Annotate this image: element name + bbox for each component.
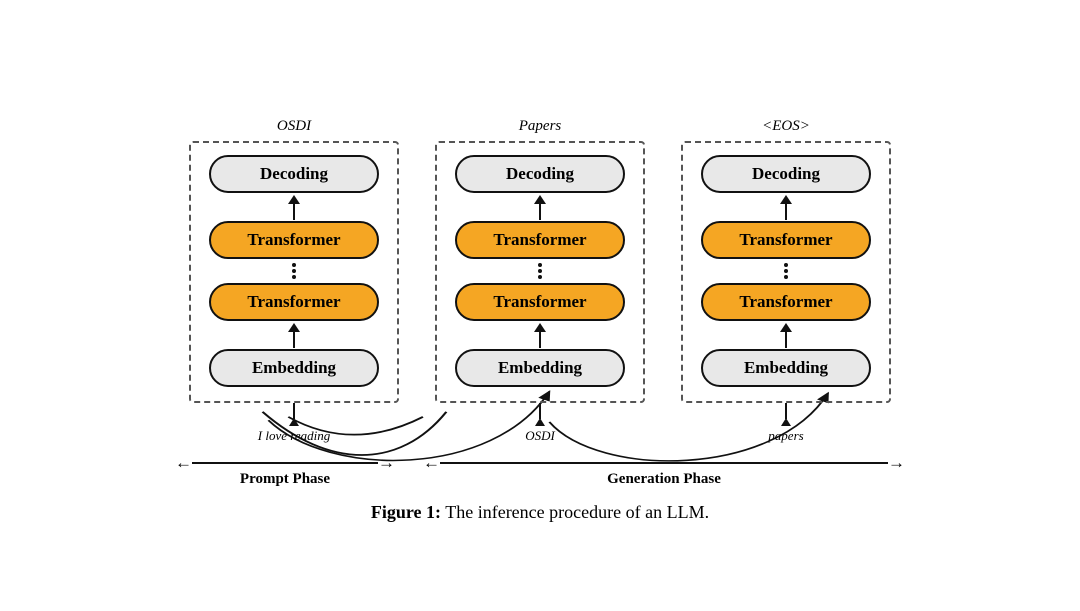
dot-icon bbox=[538, 275, 542, 279]
diagram1-label-top: OSDI bbox=[277, 118, 311, 135]
dot-icon bbox=[784, 269, 788, 273]
input-arrow-line bbox=[785, 403, 787, 419]
diagram3: <EOS> Decoding Transformer Transformer bbox=[681, 118, 891, 444]
diagram2-transformer1-node: Transformer bbox=[455, 283, 625, 321]
dot-icon bbox=[292, 263, 296, 267]
generation-line bbox=[440, 462, 888, 464]
arrow-line bbox=[785, 204, 787, 220]
diagram2-dots bbox=[538, 259, 542, 283]
diagram2-label-top: Papers bbox=[519, 118, 562, 135]
prompt-line bbox=[192, 462, 378, 464]
diagram1-arrow1 bbox=[288, 193, 300, 221]
arrow-line bbox=[539, 332, 541, 348]
diagram3-arrow1 bbox=[780, 193, 792, 221]
arrowhead-icon bbox=[288, 323, 300, 332]
diagram1-decoding-node: Decoding bbox=[209, 155, 379, 193]
diagram1-box: Decoding Transformer Transformer Embeddi… bbox=[189, 141, 399, 403]
prompt-arrow-right-icon: → bbox=[378, 454, 395, 471]
input-arrowhead-icon bbox=[289, 418, 299, 426]
prompt-bracket: ← → bbox=[175, 454, 395, 471]
generation-arrow-right-icon: → bbox=[888, 454, 905, 471]
diagram2: Papers Decoding Transformer Transformer bbox=[435, 118, 645, 444]
diagram3-label-top: <EOS> bbox=[762, 118, 810, 135]
caption-bold: Figure 1: bbox=[371, 502, 441, 522]
figure-container: OSDI Decoding Transformer Transformer bbox=[60, 88, 1020, 523]
diagram2-arrow1 bbox=[534, 193, 546, 221]
arrow-line bbox=[293, 204, 295, 220]
arrowhead-icon bbox=[780, 195, 792, 204]
input-arrow-line bbox=[293, 403, 295, 419]
input-arrowhead-icon bbox=[781, 418, 791, 426]
diagram1-input-label: I love reading bbox=[258, 428, 330, 444]
arrow-line bbox=[785, 332, 787, 348]
generation-arrow-left-icon: ← bbox=[423, 454, 440, 471]
caption-text: The inference procedure of an LLM. bbox=[441, 502, 709, 522]
dot-icon bbox=[538, 269, 542, 273]
dot-icon bbox=[292, 269, 296, 273]
input-arrowhead-icon bbox=[535, 418, 545, 426]
diagram3-embedding-node: Embedding bbox=[701, 349, 871, 387]
generation-phase-label: Generation Phase bbox=[607, 471, 721, 488]
dot-icon bbox=[784, 263, 788, 267]
diagram3-arrow2 bbox=[780, 321, 792, 349]
arrow-line bbox=[293, 332, 295, 348]
input-arrow-line bbox=[539, 403, 541, 419]
prompt-phase-section: ← → Prompt Phase bbox=[175, 454, 395, 488]
diagram3-dots bbox=[784, 259, 788, 283]
prompt-arrow-left-icon: ← bbox=[175, 454, 192, 471]
diagram2-input-label: OSDI bbox=[525, 428, 555, 444]
dot-icon bbox=[292, 275, 296, 279]
figure-caption: Figure 1: The inference procedure of an … bbox=[371, 502, 709, 523]
diagram3-decoding-node: Decoding bbox=[701, 155, 871, 193]
diagram1: OSDI Decoding Transformer Transformer bbox=[189, 118, 399, 444]
diagram1-arrow2 bbox=[288, 321, 300, 349]
diagram3-transformer1-node: Transformer bbox=[701, 283, 871, 321]
diagram1-transformer1-node: Transformer bbox=[209, 283, 379, 321]
diagram3-input-label: papers bbox=[768, 428, 803, 444]
arrowhead-icon bbox=[288, 195, 300, 204]
diagram2-decoding-node: Decoding bbox=[455, 155, 625, 193]
diagram3-transformer2-node: Transformer bbox=[701, 221, 871, 259]
arrowhead-icon bbox=[534, 323, 546, 332]
diagram2-transformer2-node: Transformer bbox=[455, 221, 625, 259]
diagram3-box: Decoding Transformer Transformer Embeddi… bbox=[681, 141, 891, 403]
diagram2-arrow2 bbox=[534, 321, 546, 349]
arrowhead-icon bbox=[780, 323, 792, 332]
generation-phase-section: ← → Generation Phase bbox=[423, 454, 905, 488]
diagram1-dots bbox=[292, 259, 296, 283]
generation-bracket: ← → bbox=[423, 454, 905, 471]
diagram2-box: Decoding Transformer Transformer Embeddi… bbox=[435, 141, 645, 403]
dot-icon bbox=[784, 275, 788, 279]
diagrams-row: OSDI Decoding Transformer Transformer bbox=[60, 88, 1020, 444]
phase-bars: ← → Prompt Phase ← → Generation Phase bbox=[175, 454, 905, 488]
diagram1-embedding-node: Embedding bbox=[209, 349, 379, 387]
dot-icon bbox=[538, 263, 542, 267]
arrow-line bbox=[539, 204, 541, 220]
diagram2-embedding-node: Embedding bbox=[455, 349, 625, 387]
prompt-phase-label: Prompt Phase bbox=[240, 471, 330, 488]
arrowhead-icon bbox=[534, 195, 546, 204]
diagram1-transformer2-node: Transformer bbox=[209, 221, 379, 259]
